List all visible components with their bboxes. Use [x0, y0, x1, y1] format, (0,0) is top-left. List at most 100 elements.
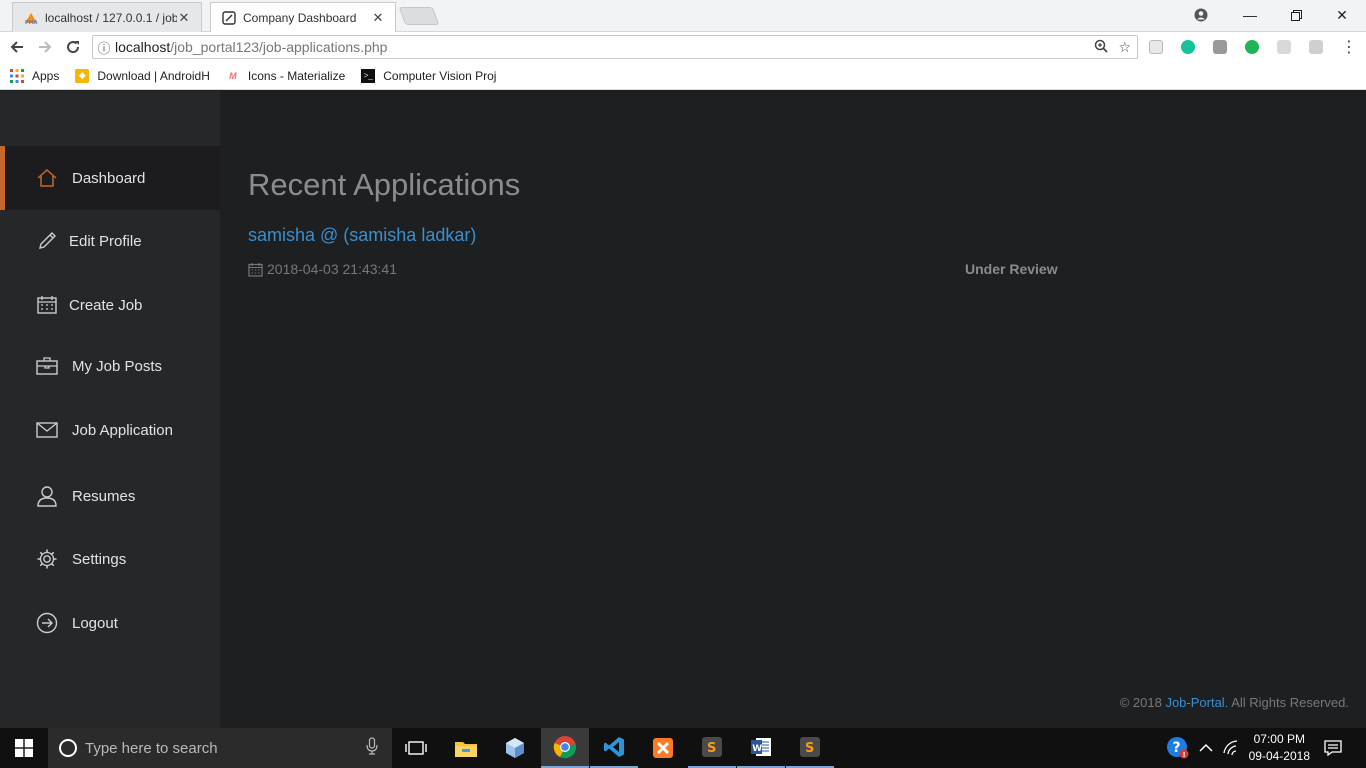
bookmarks-bar: Apps ◆ Download | AndroidH M Icons - Mat…	[0, 62, 1366, 90]
sidebar-item-settings[interactable]: Settings	[0, 527, 220, 591]
calendar-icon	[36, 294, 58, 316]
application-name-link[interactable]: samisha @ (samisha ladkar)	[248, 225, 476, 246]
url-path: /job_portal123/job-applications.php	[170, 39, 388, 55]
terminal-icon: >_	[361, 68, 376, 83]
calendar-icon	[248, 262, 263, 277]
svg-text:?: ?	[1173, 740, 1181, 756]
tab-title: Company Dashboard	[243, 10, 357, 25]
bookmark-apps[interactable]: Apps	[10, 68, 60, 83]
envelope-icon	[36, 419, 58, 441]
sidebar-item-label: Resumes	[72, 487, 136, 505]
phpmyadmin-icon: PMA	[23, 10, 39, 26]
chevron-up-icon[interactable]	[1199, 728, 1213, 768]
task-view-icon[interactable]	[392, 728, 440, 768]
sidebar-item-label: Settings	[72, 550, 127, 568]
sidebar-item-resumes[interactable]: Resumes	[0, 464, 220, 528]
browser-tab-company-dashboard[interactable]: Company Dashboard ✕	[210, 2, 396, 32]
bookmark-label: Icons - Materialize	[247, 68, 346, 83]
zoom-icon[interactable]	[1094, 39, 1109, 56]
logout-icon	[36, 612, 58, 634]
bookmark-label: Computer Vision Proj	[383, 68, 497, 83]
sidebar-item-label: Edit Profile	[69, 232, 142, 250]
sidebar-item-label: Dashboard	[72, 169, 146, 187]
gear-icon	[36, 548, 58, 570]
application-date: 2018-04-03 21:43:41	[248, 261, 397, 277]
skype-extension-icon[interactable]	[1149, 40, 1163, 54]
minimize-icon[interactable]: —	[1227, 0, 1273, 30]
extension-icon[interactable]	[1213, 40, 1227, 54]
extension-icon[interactable]	[1277, 40, 1291, 54]
materialize-icon: M	[229, 70, 237, 81]
sidebar-item-create-job[interactable]: Create Job	[0, 273, 220, 337]
browser-tabstrip: PMA localhost / 127.0.0.1 / job ✕ Compan…	[0, 0, 1366, 32]
sidebar-item-my-job-posts[interactable]: My Job Posts	[0, 334, 220, 398]
clock-date: 09-04-2018	[1248, 749, 1310, 763]
back-arrow-icon[interactable]	[6, 36, 28, 58]
browser-tab-phpmyadmin[interactable]: PMA localhost / 127.0.0.1 / job ✕	[12, 2, 202, 32]
url-host: localhost	[115, 39, 171, 55]
address-bar[interactable]: ⓘ localhost/job_portal123/job-applicatio…	[92, 35, 1138, 59]
close-tab-icon[interactable]: ✕	[371, 10, 385, 26]
microphone-icon[interactable]	[366, 737, 378, 759]
browser-toolbar: ⓘ localhost/job_portal123/job-applicatio…	[0, 32, 1366, 62]
menu-kebab-icon[interactable]: ⋮	[1338, 36, 1360, 58]
status-badge: Under Review	[965, 261, 1058, 277]
taskbar-search[interactable]: Type here to search	[48, 728, 392, 768]
clock-time: 07:00 PM	[1253, 732, 1305, 746]
bookmark-star-icon[interactable]: ☆	[1118, 39, 1131, 56]
system-clock[interactable]: 07:00 PM 09-04-2018	[1249, 731, 1310, 765]
forward-arrow-icon[interactable]	[34, 36, 56, 58]
sidebar-item-label: My Job Posts	[72, 357, 163, 375]
svg-text:!: !	[1183, 751, 1186, 759]
sidebar-item-edit-profile[interactable]: Edit Profile	[0, 209, 220, 273]
sidebar-item-dashboard[interactable]: Dashboard	[0, 146, 220, 210]
windows-start-button[interactable]	[0, 728, 48, 768]
page-title: Recent Applications	[248, 167, 521, 202]
sidebar-item-logout[interactable]: Logout	[0, 591, 220, 655]
bookmark-label: Apps	[32, 68, 60, 83]
bookmark-download-androidh[interactable]: ◆ Download | AndroidH	[75, 68, 210, 83]
footer-link[interactable]: Job-Portal.	[1165, 695, 1228, 710]
apps-grid-icon	[10, 68, 24, 83]
extension-icon[interactable]	[1309, 40, 1323, 54]
application-date-text: 2018-04-03 21:43:41	[267, 261, 397, 277]
tab-title: localhost / 127.0.0.1 / job	[45, 10, 177, 25]
bookmark-computer-vision[interactable]: >_ Computer Vision Proj	[361, 68, 497, 83]
word-icon[interactable]: W	[737, 728, 785, 768]
sublime-text-icon[interactable]: S	[786, 728, 834, 768]
notification-center-icon[interactable]	[1324, 728, 1342, 768]
windows-logo-icon	[15, 739, 33, 757]
chrome-icon[interactable]	[541, 728, 589, 768]
sidebar-item-label: Job Application	[72, 421, 173, 439]
page: Dashboard Edit Profile Create Job My Job…	[0, 91, 1366, 728]
sidebar-item-job-application[interactable]: Job Application	[0, 398, 220, 462]
xampp-icon[interactable]	[639, 728, 687, 768]
extension-icon[interactable]	[1245, 40, 1259, 54]
page-icon	[221, 10, 237, 26]
wifi-icon[interactable]	[1223, 728, 1241, 768]
bookmark-label: Download | AndroidH	[97, 68, 210, 83]
close-window-icon[interactable]: ✕	[1319, 0, 1365, 30]
vscode-icon[interactable]	[590, 728, 638, 768]
download-bookmark-icon: ◆	[75, 68, 90, 83]
virtualbox-icon[interactable]	[491, 728, 539, 768]
svg-text:PMA: PMA	[25, 20, 38, 25]
reload-icon[interactable]	[62, 36, 84, 58]
pencil-icon	[36, 230, 58, 252]
home-icon	[36, 167, 58, 189]
close-tab-icon[interactable]: ✕	[177, 10, 191, 26]
svg-text:S: S	[707, 741, 716, 756]
help-icon[interactable]: ?!	[1166, 728, 1190, 768]
taskbar: Type here to search S W S ?! 07:00 PM 09	[0, 728, 1366, 768]
info-icon[interactable]: ⓘ	[93, 38, 115, 57]
bookmark-icons-materialize[interactable]: M Icons - Materialize	[226, 69, 345, 83]
restore-icon[interactable]	[1273, 0, 1319, 30]
sidebar-item-label: Logout	[72, 614, 118, 632]
profile-icon[interactable]	[1178, 0, 1224, 30]
sublime-text-icon[interactable]: S	[688, 728, 736, 768]
sidebar-item-label: Create Job	[69, 296, 143, 314]
new-tab-button[interactable]	[398, 7, 440, 25]
grammarly-extension-icon[interactable]	[1181, 40, 1195, 54]
footer: © 2018 Job-Portal. All Rights Reserved.	[1120, 695, 1349, 710]
file-explorer-icon[interactable]	[442, 728, 490, 768]
